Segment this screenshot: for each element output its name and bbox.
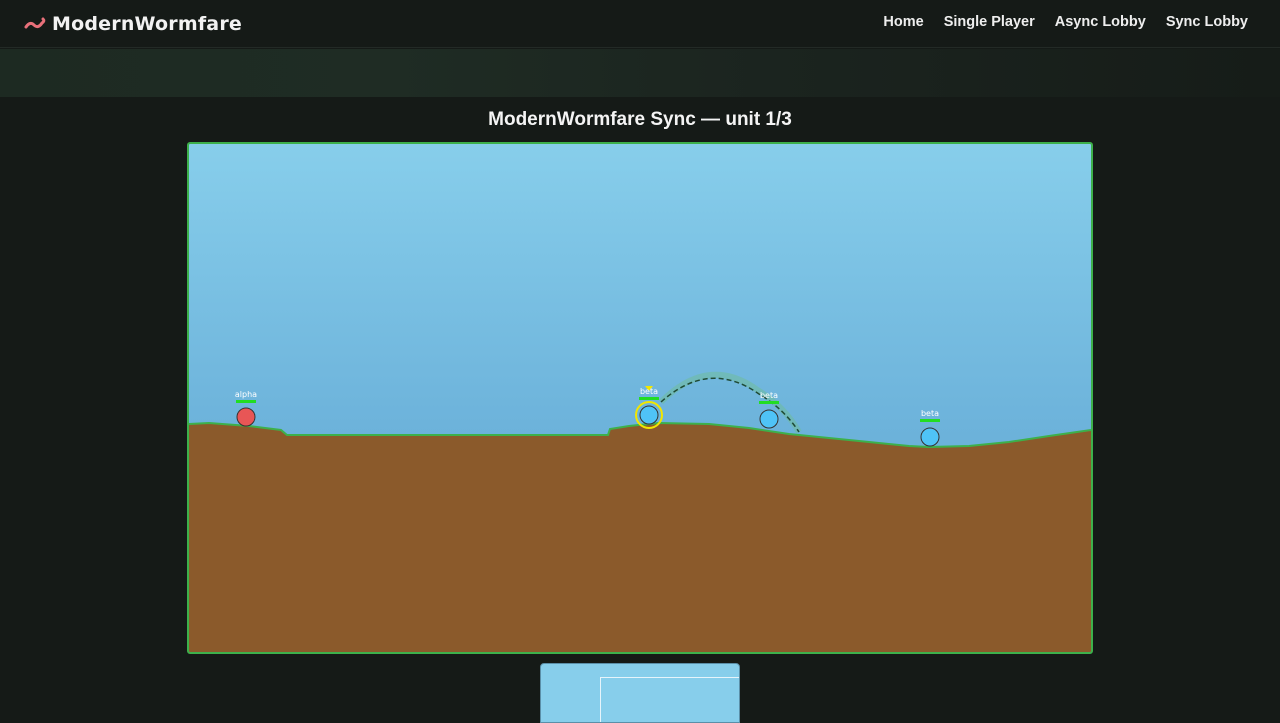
unit-label: alpha [235,390,257,399]
worm-avatar [236,407,256,427]
game-canvas[interactable]: alpha beta beta beta [187,142,1093,654]
health-bar [759,401,779,404]
worm-avatar [759,409,779,429]
nav-async-lobby-link[interactable]: Async Lobby [1055,14,1146,30]
worm-avatar [639,405,659,425]
worm-icon [24,17,46,29]
navbar: ModernWormfare Home Single Player Async … [0,0,1280,48]
terrain [189,423,1091,652]
unit-label: beta [760,391,778,400]
nav-sync-lobby-link[interactable]: Sync Lobby [1166,14,1248,30]
minimap[interactable] [540,663,740,723]
brand-logo[interactable]: ModernWormfare [24,10,242,38]
brand-name: ModernWormfare [52,13,242,35]
unit-label: beta [640,387,658,396]
unit-label: beta [921,409,939,418]
nav-links: Home Single Player Async Lobby Sync Lobb… [883,14,1248,30]
nav-single-player-link[interactable]: Single Player [944,14,1035,30]
health-bar [920,419,940,422]
worm-avatar [920,427,940,447]
game-title: ModernWormfare Sync — unit 1/3 [488,109,792,130]
game-scene[interactable]: alpha beta beta beta [189,144,1091,652]
minimap-viewport[interactable] [600,677,739,722]
nav-home-link[interactable]: Home [883,14,923,30]
health-bar [236,400,256,403]
health-bar [639,397,659,400]
notification-banner [0,49,1280,97]
